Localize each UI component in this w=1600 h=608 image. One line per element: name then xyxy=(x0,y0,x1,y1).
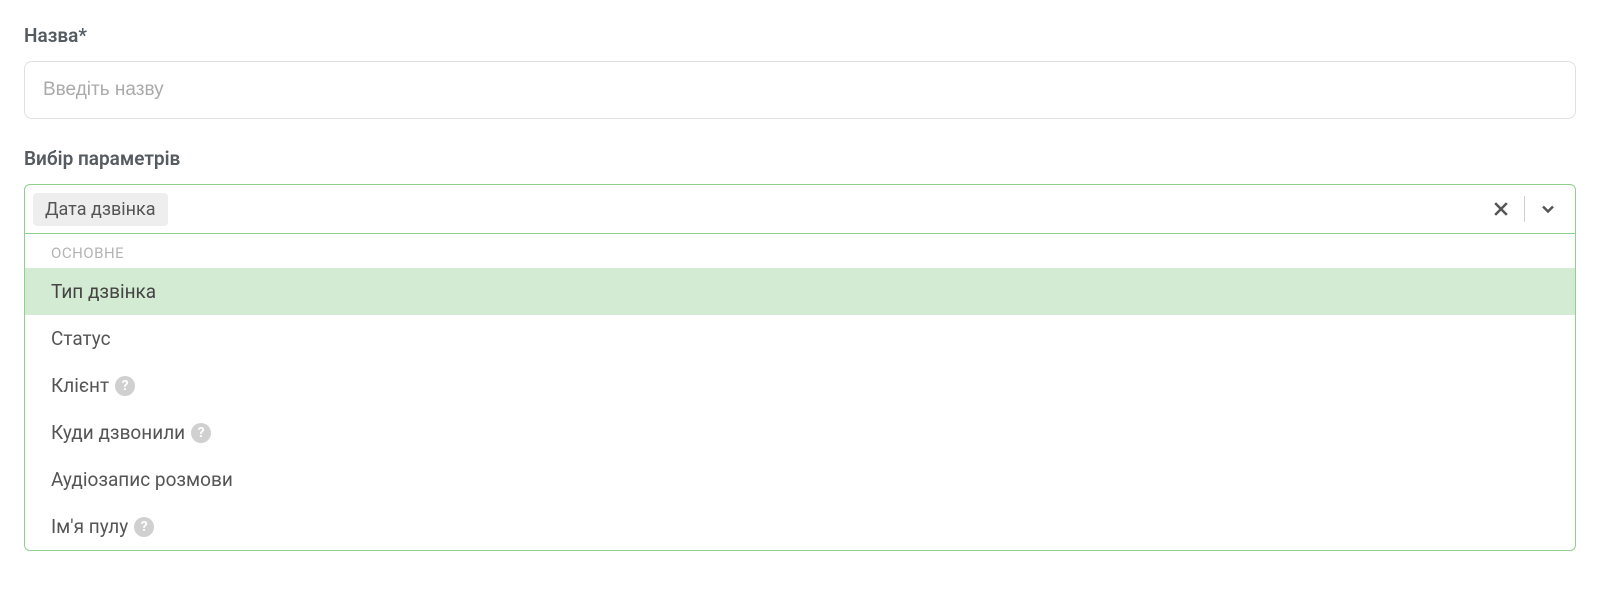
option-item[interactable]: Куди дзвонили? xyxy=(25,409,1575,456)
selected-tags: Дата дзвінка xyxy=(33,193,1482,226)
option-item[interactable]: Ім'я пулу? xyxy=(25,503,1575,550)
params-multiselect[interactable]: Дата дзвінка xyxy=(24,184,1576,234)
option-item[interactable]: Аудіозапис розмови xyxy=(25,456,1575,503)
tag-item[interactable]: Дата дзвінка xyxy=(33,193,168,226)
params-label: Вибір параметрів xyxy=(24,147,1576,170)
option-label: Аудіозапис розмови xyxy=(51,468,233,491)
name-input[interactable] xyxy=(24,61,1576,119)
option-label: Клієнт xyxy=(51,374,109,397)
option-label: Статус xyxy=(51,327,111,350)
option-item[interactable]: Тип дзвінка xyxy=(25,268,1575,315)
help-icon[interactable]: ? xyxy=(115,376,135,396)
help-icon[interactable]: ? xyxy=(134,517,154,537)
clear-icon[interactable] xyxy=(1490,198,1512,220)
option-label: Куди дзвонили xyxy=(51,421,185,444)
help-icon[interactable]: ? xyxy=(191,423,211,443)
option-item[interactable]: Клієнт? xyxy=(25,362,1575,409)
option-label: Тип дзвінка xyxy=(51,280,156,303)
option-item[interactable]: Статус xyxy=(25,315,1575,362)
name-label: Назва* xyxy=(24,24,1576,47)
group-header: ОСНОВНЕ xyxy=(25,234,1575,268)
params-dropdown[interactable]: ОСНОВНЕ Тип дзвінкаСтатусКлієнт?Куди дзв… xyxy=(24,234,1576,551)
option-label: Ім'я пулу xyxy=(51,515,128,538)
chevron-down-icon[interactable] xyxy=(1537,198,1559,220)
divider xyxy=(1524,196,1525,222)
